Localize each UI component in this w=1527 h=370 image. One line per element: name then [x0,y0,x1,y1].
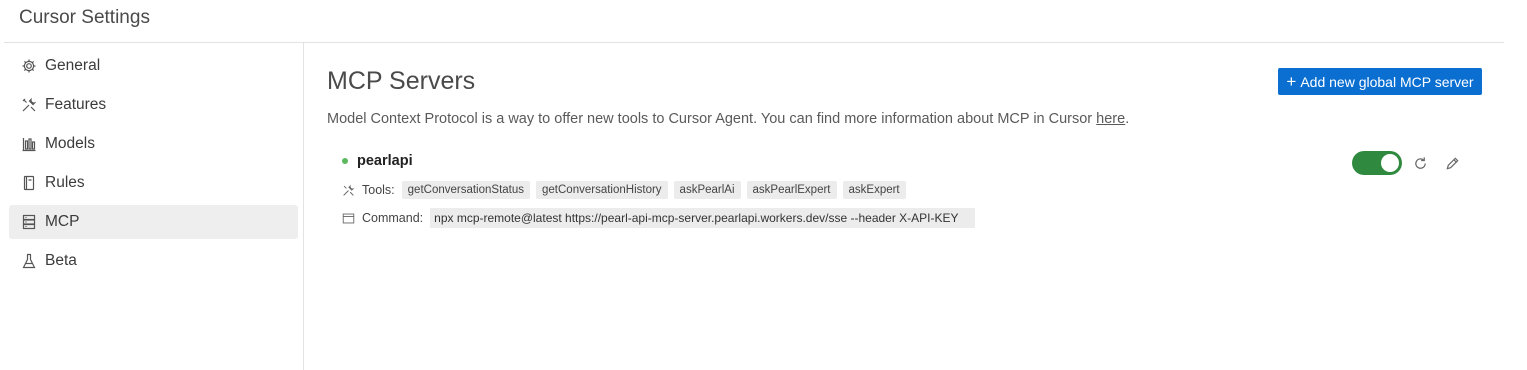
description-text: Model Context Protocol is a way to offer… [327,111,1097,127]
gear-icon [20,57,38,75]
tool-chip: getConversationStatus [401,181,531,199]
bar-chart-icon [20,135,38,153]
server-enable-toggle[interactable] [1352,151,1402,175]
sidebar-item-general[interactable]: General [9,49,298,83]
sidebar-item-features[interactable]: Features [9,88,298,122]
main-content: MCP Servers + Add new global MCP server … [304,43,1504,370]
page-title: MCP Servers [327,67,476,95]
sidebar-item-label: General [45,57,101,74]
window-title: Cursor Settings [19,7,150,28]
sidebar: General Features Models Rules MCP Beta [0,43,304,370]
tools-icon [342,183,356,197]
command-label: Command: [362,211,424,225]
tool-chip: getConversationHistory [536,181,668,199]
tool-chip: askPearlExpert [746,181,837,199]
sidebar-item-label: MCP [45,213,80,230]
sidebar-item-mcp[interactable]: MCP [9,205,298,239]
description: Model Context Protocol is a way to offer… [327,111,1129,127]
tools-row: Tools: getConversationStatus getConversa… [342,181,912,199]
tool-chip: askPearlAi [673,181,741,199]
sidebar-item-label: Features [45,96,107,113]
sidebar-item-models[interactable]: Models [9,127,298,161]
description-end: . [1125,111,1130,127]
add-global-mcp-server-button[interactable]: + Add new global MCP server [1278,68,1482,95]
sidebar-item-label: Models [45,135,95,152]
sidebar-item-label: Beta [45,252,77,269]
server-icon [20,213,38,231]
tools-label: Tools: [362,183,395,197]
terminal-icon [342,211,356,225]
sidebar-item-beta[interactable]: Beta [9,244,298,278]
sidebar-item-rules[interactable]: Rules [9,166,298,200]
refresh-icon[interactable] [1412,155,1428,171]
command-row: Command: npx mcp-remote@latest https://p… [342,208,976,228]
status-dot [342,158,348,164]
server-header: pearlapi [342,153,413,169]
server-name: pearlapi [357,153,413,169]
plus-icon: + [1286,72,1297,91]
tool-chip: askExpert [842,181,906,199]
tools-icon [20,96,38,114]
command-value[interactable]: npx mcp-remote@latest https://pearl-api-… [430,208,976,228]
sidebar-item-label: Rules [45,174,85,191]
book-icon [20,174,38,192]
more-info-link[interactable]: here [1096,111,1125,127]
flask-icon [20,252,38,270]
toggle-knob [1381,154,1399,172]
add-button-label: Add new global MCP server [1300,73,1474,90]
edit-icon[interactable] [1444,155,1460,171]
